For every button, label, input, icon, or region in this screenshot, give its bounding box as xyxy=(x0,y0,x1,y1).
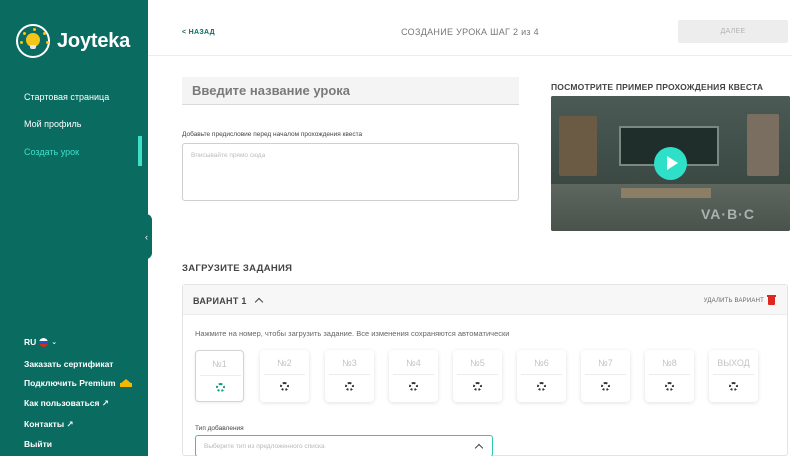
task-slot-5[interactable]: №5 xyxy=(453,350,502,402)
add-type-placeholder: Выберите тип из предложенного списка xyxy=(204,443,325,450)
floor-letters: VA·B·C xyxy=(701,206,755,222)
order-certificate-link[interactable]: Заказать сертификат xyxy=(24,359,113,369)
gear-icon xyxy=(409,382,418,391)
slot-divider xyxy=(200,375,241,376)
sidebar-item-create-lesson[interactable]: Создать урок xyxy=(24,147,79,157)
variant-title: ВАРИАНТ 1 xyxy=(193,296,247,306)
variant-card: ВАРИАНТ 1 УДАЛИТЬ ВАРИАНТ Нажмите на ном… xyxy=(182,284,788,456)
lightbulb-icon xyxy=(16,24,50,58)
task-slot-exit[interactable]: ВЫХОД xyxy=(709,350,758,402)
active-indicator xyxy=(138,136,142,166)
task-slot-label: №8 xyxy=(662,358,677,368)
add-type-label: Тип добавления xyxy=(195,425,244,432)
logo[interactable]: Joyteka xyxy=(16,24,130,58)
language-code: RU xyxy=(24,337,37,347)
slot-divider xyxy=(585,374,626,375)
sidebar-item-my-profile[interactable]: Мой профиль xyxy=(24,119,81,129)
russia-flag-icon xyxy=(39,337,49,347)
tasks-section-title: ЗАГРУЗИТЕ ЗАДАНИЯ xyxy=(182,263,293,274)
task-slot-label: ВЫХОД xyxy=(717,358,750,368)
task-slot-7[interactable]: №7 xyxy=(581,350,630,402)
task-slot-1[interactable]: №1 xyxy=(195,350,244,402)
task-slot-label: №1 xyxy=(212,359,227,369)
task-slot-4[interactable]: №4 xyxy=(389,350,438,402)
gear-icon xyxy=(473,382,482,391)
gear-icon xyxy=(345,382,354,391)
chevron-up-icon xyxy=(254,297,263,307)
slot-divider xyxy=(457,374,498,375)
add-type-select[interactable]: Выберите тип из предложенного списка xyxy=(195,435,493,456)
trash-icon xyxy=(767,295,776,305)
slot-divider xyxy=(521,374,562,375)
preface-textarea[interactable]: Вписывайте прямо сюда xyxy=(182,143,519,201)
chevron-up-icon xyxy=(474,443,484,453)
task-slot-8[interactable]: №8 xyxy=(645,350,694,402)
logout-link[interactable]: Выйти xyxy=(24,439,52,449)
example-video[interactable]: VA·B·C xyxy=(551,96,790,231)
variant-header: ВАРИАНТ 1 УДАЛИТЬ ВАРИАНТ xyxy=(183,285,787,315)
app-name: Joyteka xyxy=(57,29,131,52)
language-selector[interactable]: RU ⌄ xyxy=(24,337,57,347)
preface-placeholder: Вписывайте прямо сюда xyxy=(191,152,266,159)
task-slot-6[interactable]: №6 xyxy=(517,350,566,402)
premium-link[interactable]: Подключить Premium xyxy=(24,378,132,388)
crown-icon xyxy=(119,379,132,387)
task-slot-label: №7 xyxy=(598,358,613,368)
how-to-use-link[interactable]: Как пользоваться ↗ xyxy=(24,398,109,409)
task-slot-2[interactable]: №2 xyxy=(260,350,309,402)
task-slot-label: №2 xyxy=(277,358,292,368)
slot-divider xyxy=(264,374,305,375)
collapse-sidebar-button[interactable]: ‹ xyxy=(141,214,152,259)
bookshelf-right xyxy=(747,114,779,176)
task-slot-3[interactable]: №3 xyxy=(325,350,374,402)
gear-icon xyxy=(729,382,738,391)
contacts-link[interactable]: Контакты ↗ xyxy=(24,419,74,430)
task-slot-label: №5 xyxy=(470,358,485,368)
chevron-down-icon: ⌄ xyxy=(51,339,58,346)
upload-hint: Нажмите на номер, чтобы загрузить задани… xyxy=(195,329,510,338)
example-title: ПОСМОТРИТЕ ПРИМЕР ПРОХОЖДЕНИЯ КВЕСТА xyxy=(551,82,764,92)
task-slot-label: №4 xyxy=(406,358,421,368)
sidebar-item-start-page[interactable]: Стартовая страница xyxy=(24,92,109,102)
gear-icon xyxy=(537,382,546,391)
next-button[interactable]: ДАЛЕЕ xyxy=(678,20,788,43)
desk xyxy=(621,188,711,198)
gear-icon xyxy=(280,382,289,391)
slot-divider xyxy=(329,374,370,375)
chevron-left-icon: ‹ xyxy=(145,231,148,242)
preface-label: Добавьте предисловие перед началом прохо… xyxy=(182,131,363,138)
task-slot-label: №3 xyxy=(342,358,357,368)
lesson-title-input[interactable]: Введите название урока xyxy=(182,77,519,105)
gear-icon xyxy=(601,382,610,391)
gear-icon xyxy=(216,383,225,392)
premium-label: Подключить Premium xyxy=(24,378,116,388)
gear-icon xyxy=(665,382,674,391)
sidebar: Joyteka Стартовая страница Мой профиль С… xyxy=(0,0,148,456)
slot-divider xyxy=(649,374,690,375)
bookshelf-left xyxy=(559,116,597,176)
slot-divider xyxy=(393,374,434,375)
play-icon[interactable] xyxy=(654,147,687,180)
delete-variant-label: УДАЛИТЬ ВАРИАНТ xyxy=(703,298,764,304)
slot-divider xyxy=(713,374,754,375)
top-bar: < НАЗАД СОЗДАНИЕ УРОКА ШАГ 2 из 4 ДАЛЕЕ xyxy=(148,0,792,56)
delete-variant-button[interactable]: УДАЛИТЬ ВАРИАНТ xyxy=(703,295,776,305)
variant-toggle[interactable]: ВАРИАНТ 1 xyxy=(193,296,263,307)
task-slot-label: №6 xyxy=(534,358,549,368)
